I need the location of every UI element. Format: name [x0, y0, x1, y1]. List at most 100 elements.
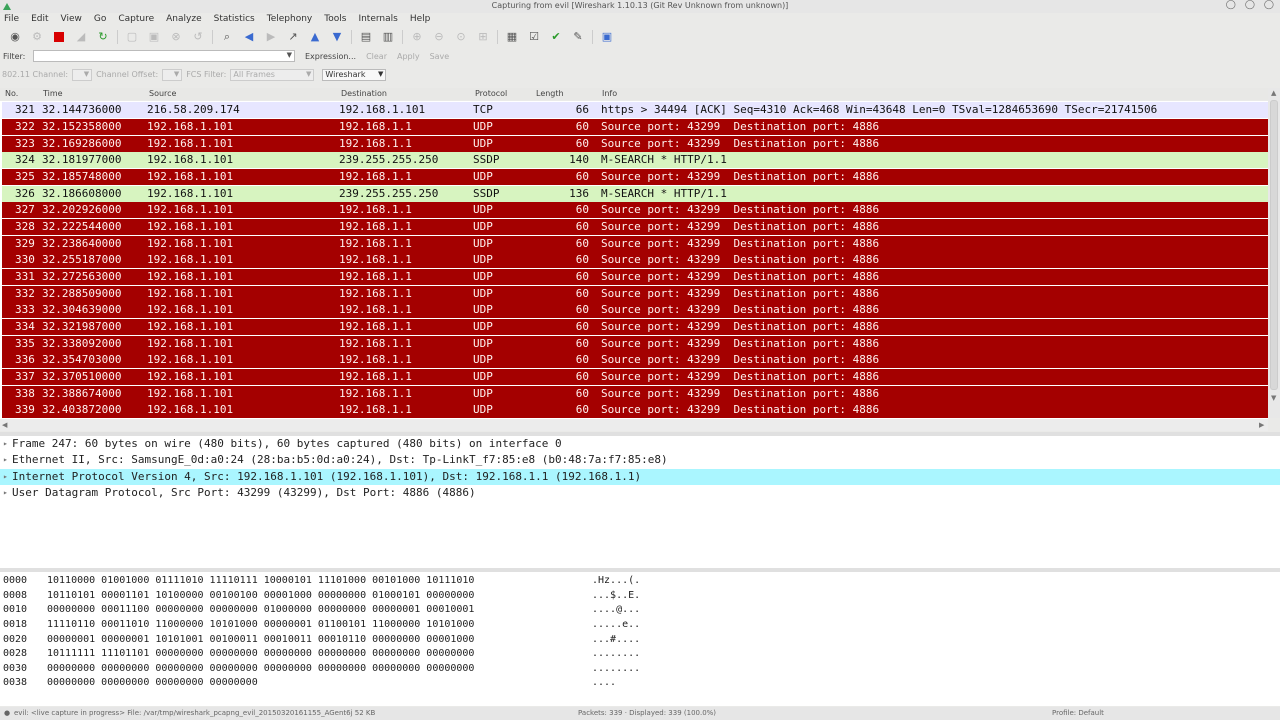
apply-button[interactable]: Apply: [397, 52, 420, 61]
menu-capture[interactable]: Capture: [118, 13, 154, 26]
table-row[interactable]: 321 32.144736000 216.58.209.174 192.168.1.1…: [2, 102, 1268, 118]
restart-icon[interactable]: ↻: [96, 30, 110, 44]
interfaces-icon[interactable]: ◉: [8, 30, 22, 44]
capture-filters-icon[interactable]: ▦: [505, 30, 519, 44]
options-icon[interactable]: ⚙: [30, 30, 44, 44]
bytes-row[interactable]: 0030 00000000 00000000 00000000 00000000 …: [0, 661, 1280, 676]
expression-button[interactable]: Expression...: [305, 52, 356, 61]
table-row[interactable]: 329 32.238640000 192.168.1.101 192.168.1.1 U…: [2, 236, 1268, 252]
resize-columns-icon[interactable]: ⊞: [476, 30, 490, 44]
go-first-icon[interactable]: ▲: [308, 30, 322, 44]
tree-item-selected[interactable]: ▸ Internet Protocol Version 4, Src: 192.1…: [0, 469, 1280, 485]
display-filters-icon[interactable]: ☑: [527, 30, 541, 44]
table-row[interactable]: 330 32.255187000 192.168.1.101 192.168.1.1 U…: [2, 252, 1268, 268]
menu-telephony[interactable]: Telephony: [267, 13, 313, 26]
table-row[interactable]: 324 32.181977000 192.168.1.101 239.255.255.…: [2, 152, 1268, 168]
scroll-down-icon[interactable]: ▼: [1271, 394, 1276, 402]
open-file-icon[interactable]: ▢: [125, 30, 139, 44]
maximize-icon[interactable]: ◯: [1245, 0, 1255, 10]
table-row[interactable]: 338 32.388674000 192.168.1.101 192.168.1.1 U…: [2, 386, 1268, 402]
table-row[interactable]: 328 32.222544000 192.168.1.101 192.168.1.1 U…: [2, 219, 1268, 235]
profile-status[interactable]: Profile: Default: [1052, 709, 1104, 717]
help-icon[interactable]: ▣: [600, 30, 614, 44]
table-row[interactable]: 326 32.186608000 192.168.1.101 239.255.255.…: [2, 186, 1268, 202]
scroll-up-icon[interactable]: ▲: [1271, 89, 1276, 97]
go-last-icon[interactable]: ▼: [330, 30, 344, 44]
bytes-row[interactable]: 0008 10110101 00001101 10100000 00100100 …: [0, 588, 1280, 603]
table-row[interactable]: 323 32.169286000 192.168.1.101 192.168.1.1 U…: [2, 136, 1268, 152]
save-button[interactable]: Save: [430, 52, 450, 61]
table-row[interactable]: 322 32.152358000 192.168.1.101 192.168.1.1 U…: [2, 119, 1268, 135]
column-header-time[interactable]: Time: [43, 89, 63, 98]
tree-item[interactable]: ▸ Frame 247: 60 bytes on wire (480 bits),…: [0, 436, 1280, 452]
colorize-icon[interactable]: ▤: [359, 30, 373, 44]
menu-help[interactable]: Help: [410, 13, 431, 26]
normal-size-icon[interactable]: ⊙: [454, 30, 468, 44]
menu-edit[interactable]: Edit: [31, 13, 48, 26]
scrollbar-thumb[interactable]: [1270, 100, 1278, 390]
menu-file[interactable]: File: [4, 13, 19, 26]
scroll-right-icon[interactable]: ▶: [1259, 421, 1264, 429]
bytes-row[interactable]: 0028 10111111 11101101 00000000 00000000 …: [0, 646, 1280, 661]
go-back-icon[interactable]: ◀: [242, 30, 256, 44]
bytes-row[interactable]: 0010 00000000 00011100 00000000 00000000 …: [0, 602, 1280, 617]
bytes-row[interactable]: 0038 00000000 00000000 00000000 00000000.…: [0, 675, 1280, 690]
find-packet-icon[interactable]: ⌕: [220, 30, 234, 44]
column-header-destination[interactable]: Destination: [341, 89, 387, 98]
go-to-packet-icon[interactable]: ↗: [286, 30, 300, 44]
display-filter-input[interactable]: ▼: [33, 50, 295, 62]
channel-offset-select[interactable]: ▼: [162, 68, 183, 81]
menu-go[interactable]: Go: [94, 13, 106, 26]
save-file-icon[interactable]: ▣: [147, 30, 161, 44]
menu-internals[interactable]: Internals: [358, 13, 397, 26]
preferences-icon[interactable]: ✎: [571, 30, 585, 44]
expand-icon[interactable]: ▸: [3, 452, 8, 468]
tree-item[interactable]: ▸ Ethernet II, Src: SamsungE_0d:a0:24 (28…: [0, 452, 1280, 468]
expand-icon[interactable]: ▸: [3, 436, 8, 452]
table-row[interactable]: 333 32.304639000 192.168.1.101 192.168.1.1 U…: [2, 302, 1268, 318]
table-row[interactable]: 325 32.185748000 192.168.1.101 192.168.1.1 U…: [2, 169, 1268, 185]
column-header-info[interactable]: Info: [602, 89, 617, 98]
decryption-mode-select[interactable]: Wireshark ▼: [322, 68, 387, 81]
packet-list-vertical-scrollbar[interactable]: ▲ ▼: [1268, 88, 1280, 418]
column-header-source[interactable]: Source: [149, 89, 176, 98]
menu-tools[interactable]: Tools: [324, 13, 346, 26]
menu-view[interactable]: View: [61, 13, 82, 26]
capture-status-icon[interactable]: ●: [4, 709, 10, 717]
column-header-length[interactable]: Length: [536, 89, 564, 98]
table-row[interactable]: 331 32.272563000 192.168.1.101 192.168.1.1 U…: [2, 269, 1268, 285]
bytes-row[interactable]: 0000 10110000 01001000 01111010 11110111 …: [0, 573, 1280, 588]
table-row[interactable]: 332 32.288509000 192.168.1.101 192.168.1.1 U…: [2, 286, 1268, 302]
minimize-icon[interactable]: ◯: [1226, 0, 1236, 10]
table-row[interactable]: 334 32.321987000 192.168.1.101 192.168.1.1 U…: [2, 319, 1268, 335]
coloring-rules-icon[interactable]: ✔: [549, 30, 563, 44]
table-row[interactable]: 336 32.354703000 192.168.1.101 192.168.1.1 U…: [2, 352, 1268, 368]
chevron-down-icon[interactable]: ▼: [287, 51, 292, 59]
menu-statistics[interactable]: Statistics: [214, 13, 255, 26]
fcs-filter-select[interactable]: All Frames ▼: [230, 68, 315, 81]
tree-item[interactable]: ▸ User Datagram Protocol, Src Port: 43299…: [0, 485, 1280, 501]
scroll-left-icon[interactable]: ◀: [2, 421, 7, 429]
close-icon[interactable]: ◯: [1264, 0, 1274, 10]
close-file-icon[interactable]: ⊗: [169, 30, 183, 44]
autoscroll-icon[interactable]: ▥: [381, 30, 395, 44]
clear-button[interactable]: Clear: [366, 52, 387, 61]
zoom-in-icon[interactable]: ⊕: [410, 30, 424, 44]
expand-icon[interactable]: ▸: [3, 485, 8, 501]
restart-capture-icon[interactable]: ◢: [74, 30, 88, 44]
table-row[interactable]: 335 32.338092000 192.168.1.101 192.168.1.1 U…: [2, 336, 1268, 352]
table-row[interactable]: 327 32.202926000 192.168.1.101 192.168.1.1 U…: [2, 202, 1268, 218]
bytes-row[interactable]: 0018 11110110 00011010 11000000 10101000 …: [0, 617, 1280, 632]
expand-icon[interactable]: ▸: [3, 469, 8, 485]
bytes-row[interactable]: 0020 00000001 00000001 10101001 00100011 …: [0, 632, 1280, 647]
zoom-out-icon[interactable]: ⊖: [432, 30, 446, 44]
stop-capture-icon[interactable]: [52, 30, 66, 44]
go-forward-icon[interactable]: ▶: [264, 30, 278, 44]
menu-analyze[interactable]: Analyze: [166, 13, 201, 26]
column-header-no[interactable]: No.: [5, 89, 18, 98]
reload-icon[interactable]: ↺: [191, 30, 205, 44]
packet-list-horizontal-scrollbar[interactable]: ◀ ▶: [0, 419, 1268, 431]
table-row[interactable]: 339 32.403872000 192.168.1.101 192.168.1.1 U…: [2, 402, 1268, 418]
column-header-protocol[interactable]: Protocol: [475, 89, 507, 98]
channel-select[interactable]: ▼: [72, 68, 93, 81]
